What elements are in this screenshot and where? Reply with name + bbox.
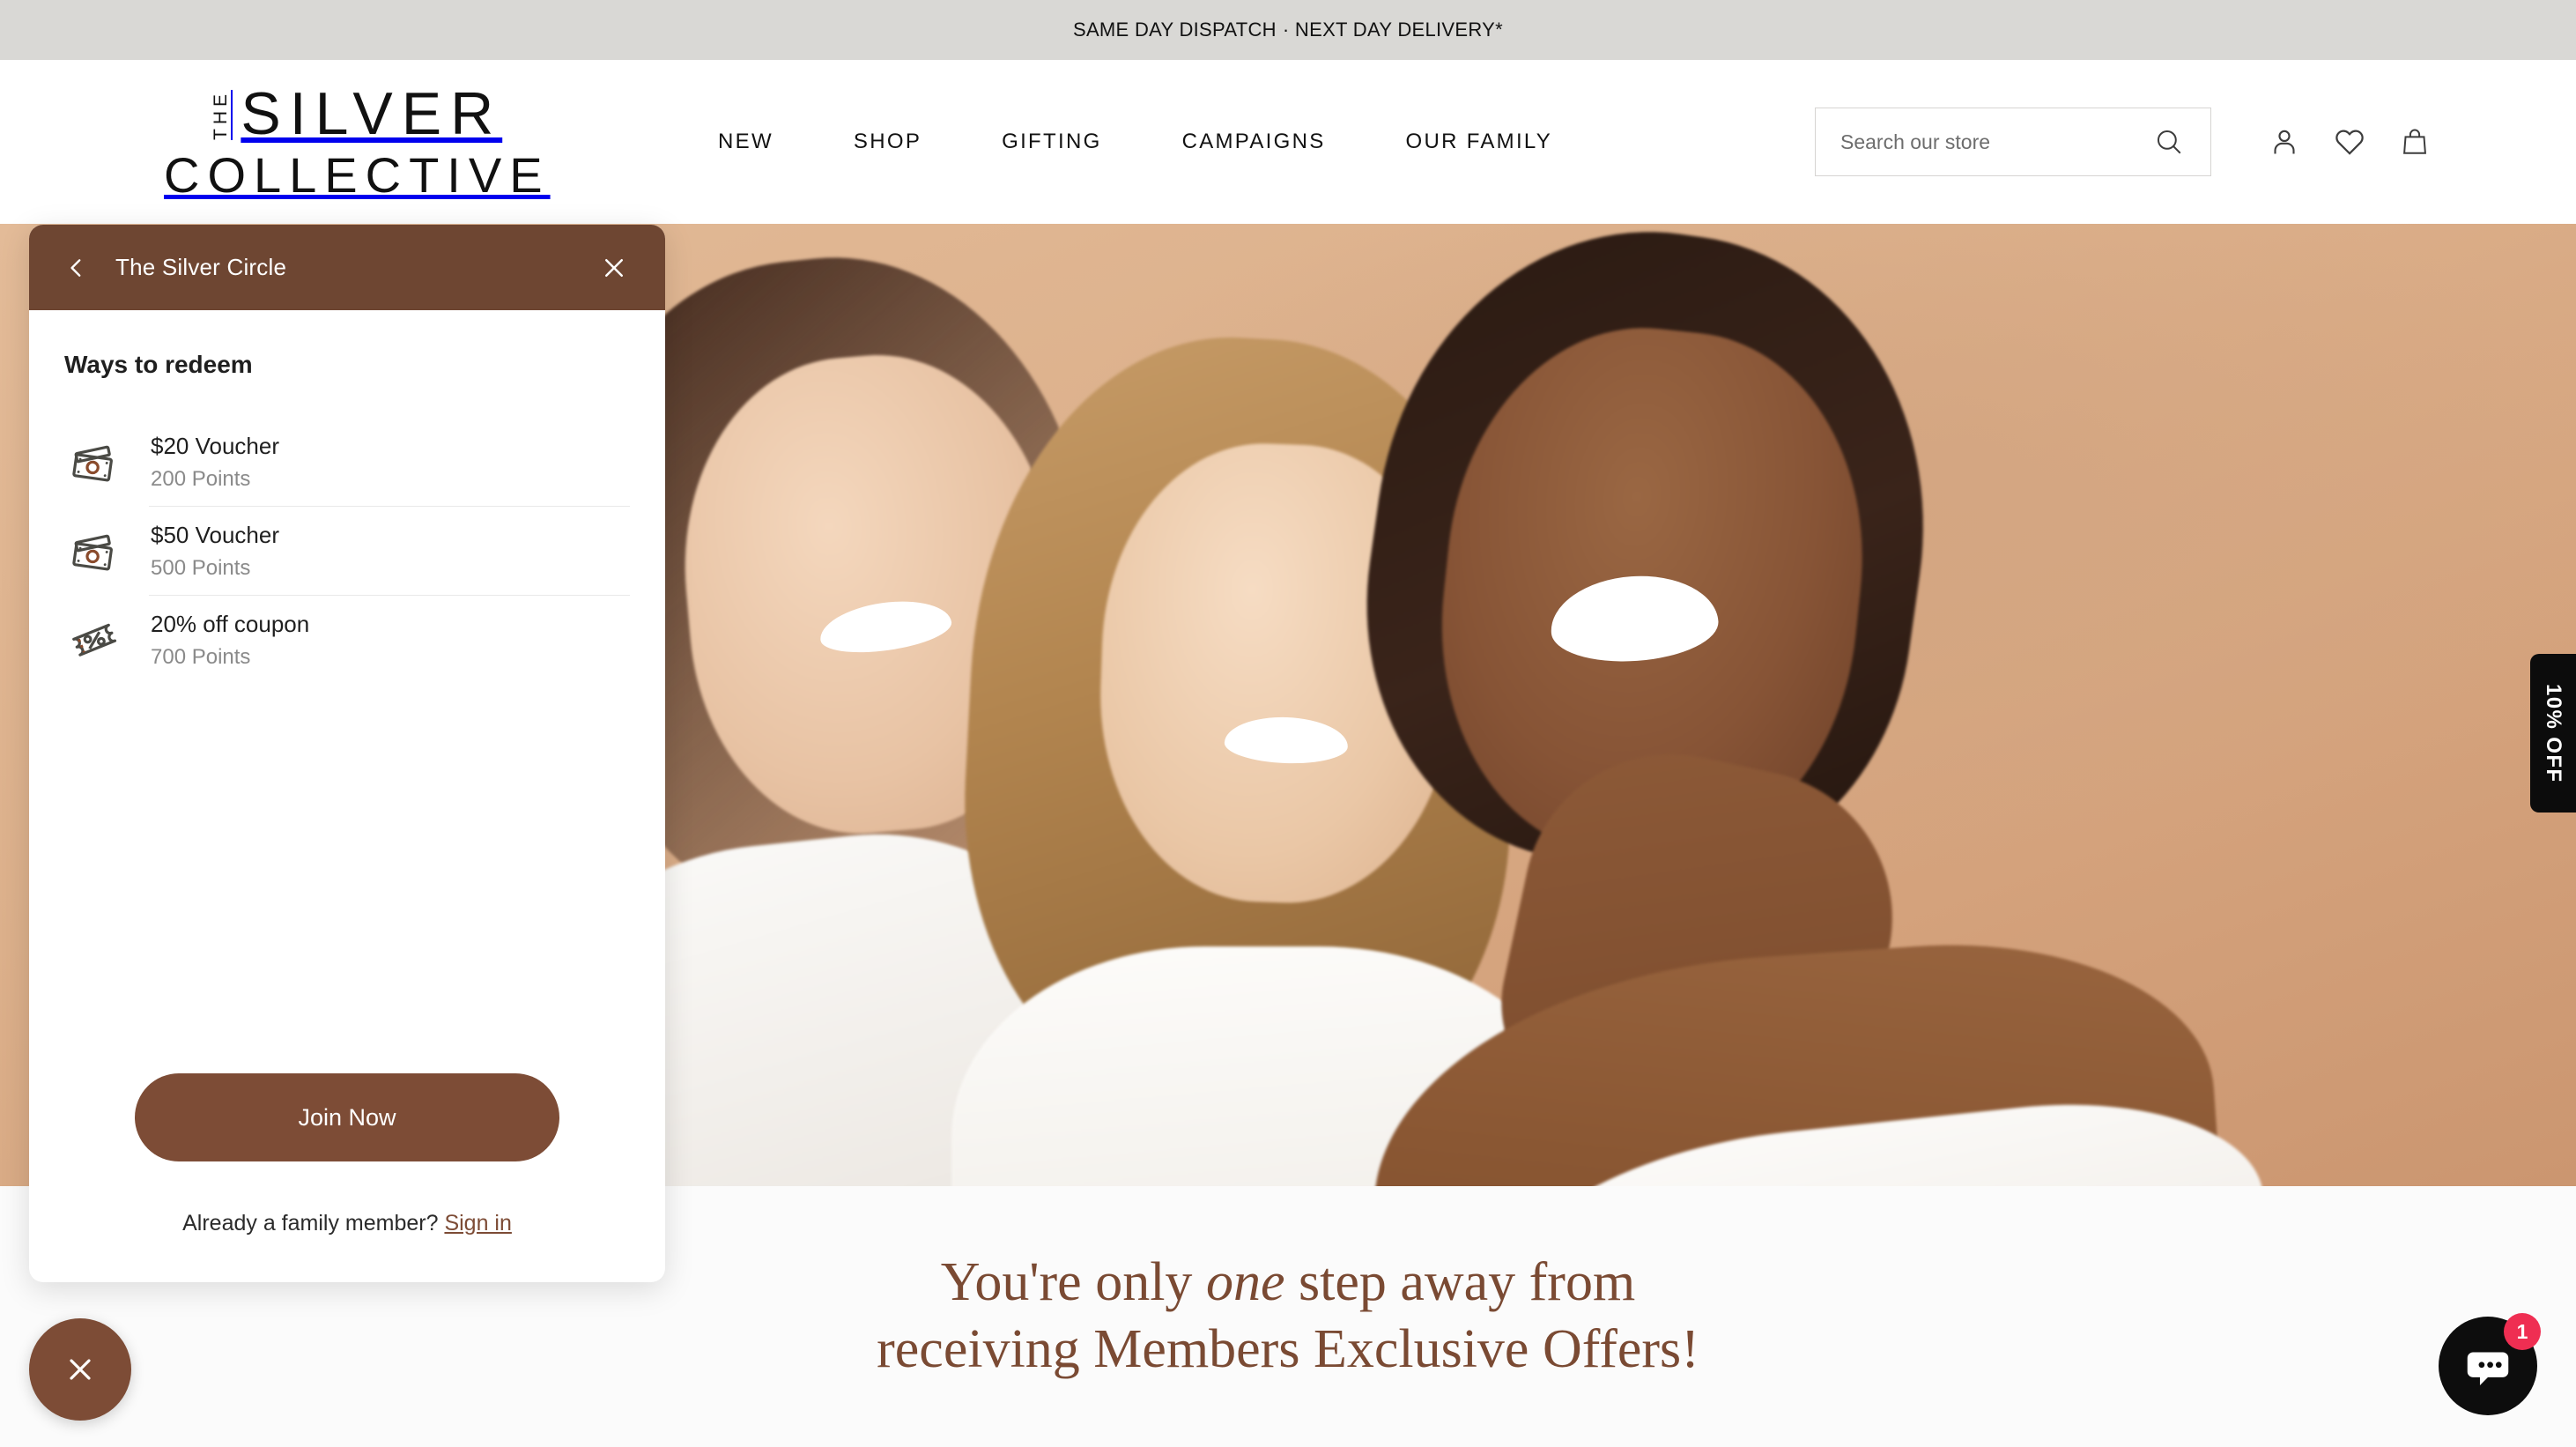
nav-item-gifting[interactable]: GIFTING [1002,130,1101,154]
signin-row: Already a family member? Sign in [64,1211,630,1236]
reward-points: 200 Points [151,466,251,491]
loyalty-panel-body: Ways to redeem $20 Voucher 200 Points $5… [29,310,665,1073]
account-icon[interactable] [2264,122,2305,162]
headline-line-2: receiving Members Exclusive Offers! [877,1319,1699,1379]
header-icon-group [2264,122,2435,162]
coupon-percent-icon [66,612,151,668]
loyalty-close-fab[interactable] [29,1318,131,1421]
banknote-icon [66,434,151,490]
header-actions [1815,108,2435,176]
ways-to-redeem-title: Ways to redeem [64,351,253,378]
nav-item-new[interactable]: NEW [718,130,774,154]
sign-in-link[interactable]: Sign in [444,1211,511,1236]
chat-unread-badge: 1 [2504,1313,2541,1350]
nav-item-shop[interactable]: SHOP [854,130,922,154]
nav-item-our-family[interactable]: OUR FAMILY [1406,130,1553,154]
promo-discount-label: 10% OFF [2542,683,2565,783]
chat-bubble-icon [2467,1352,2509,1385]
signin-prompt-text: Already a family member? [182,1211,445,1236]
headline-part-2: step away from [1284,1252,1636,1313]
reward-item[interactable]: $20 Voucher 200 Points [64,418,630,506]
loyalty-panel-footer: Join Now Already a family member? Sign i… [29,1073,665,1282]
chevron-left-icon[interactable] [59,250,94,286]
close-icon [70,1359,91,1380]
main-navigation: NEW SHOP GIFTING CAMPAIGNS OUR FAMILY [718,130,1552,154]
loyalty-panel: The Silver Circle Ways to redeem $20 Vou… [29,225,665,1282]
search-bar[interactable] [1815,108,2211,176]
reward-item[interactable]: $50 Voucher 500 Points [64,507,630,595]
reward-name: $20 Voucher [151,432,280,459]
join-now-button[interactable]: Join Now [135,1073,559,1161]
wishlist-heart-icon[interactable] [2329,122,2370,162]
loyalty-panel-header: The Silver Circle [29,225,665,310]
banknote-icon [66,523,151,579]
site-logo[interactable]: THE SILVER COLLECTIVE [164,84,551,200]
logo-the-text: THE [211,89,232,140]
chat-launcher-button[interactable]: 1 [2439,1313,2541,1415]
reward-name: $50 Voucher [151,521,280,548]
members-offer-headline: You're only one step away from receiving… [877,1250,1699,1383]
reward-points: 500 Points [151,555,251,580]
headline-part-1: You're only [940,1252,1206,1313]
logo-silver-text: SILVER [241,80,503,147]
logo-collective-text: COLLECTIVE [164,147,551,203]
reward-name: 20% off coupon [151,610,310,637]
search-icon[interactable] [2149,122,2189,162]
headline-emphasis: one [1205,1252,1285,1313]
search-input[interactable] [1840,130,2149,154]
announcement-strong: SAME DAY DISPATCH [1072,19,1277,41]
reward-points: 700 Points [151,644,251,669]
announcement-bar: SAME DAY DISPATCH · NEXT DAY DELIVERY* [0,0,2576,60]
reward-item[interactable]: 20% off coupon 700 Points [64,596,630,684]
site-header: THE SILVER COLLECTIVE NEW SHOP GIFTING C… [0,60,2576,224]
announcement-rest: · NEXT DAY DELIVERY* [1282,19,1504,41]
promo-discount-tab[interactable]: 10% OFF [2530,654,2576,813]
nav-item-campaigns[interactable]: CAMPAIGNS [1182,130,1326,154]
close-icon[interactable] [596,250,632,286]
loyalty-panel-title: The Silver Circle [115,254,287,280]
shopping-bag-icon[interactable] [2395,122,2435,162]
